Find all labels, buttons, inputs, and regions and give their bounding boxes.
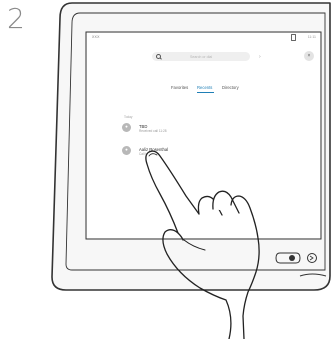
selected-tab-indicator: [197, 92, 214, 93]
dial-icon[interactable]: ›: [259, 55, 261, 60]
close-icon: ×: [307, 52, 311, 59]
section-label-today: Today: [124, 115, 133, 119]
search-placeholder: Search or dial: [190, 54, 213, 59]
tab-bar: Favorites Recents Directory: [171, 85, 291, 93]
avatar: ●: [122, 123, 131, 132]
search-icon: [156, 53, 161, 59]
device-screen: XXX 11:11 Search or dial › × Favorites R…: [87, 33, 320, 238]
call-detail: Received call 11:28: [139, 129, 167, 133]
tab-recents[interactable]: Recents: [197, 85, 212, 90]
status-clock: 11:11: [307, 35, 316, 39]
tab-directory[interactable]: Directory: [222, 85, 239, 90]
avatar: ●: [122, 146, 131, 155]
recent-call-item[interactable]: ● TBD Received call 11:28: [122, 123, 242, 135]
call-detail: Call back: [139, 152, 153, 156]
close-button[interactable]: ×: [304, 51, 314, 61]
search-input[interactable]: Search or dial: [152, 52, 250, 61]
tab-favorites[interactable]: Favorites: [171, 85, 188, 90]
user-icon: ●: [125, 124, 128, 130]
user-icon: ●: [125, 147, 128, 153]
status-system-name: XXX: [92, 35, 100, 39]
recent-call-item[interactable]: ● Aaliz Rosenthal Call back: [122, 146, 242, 158]
battery-icon: [291, 34, 296, 41]
